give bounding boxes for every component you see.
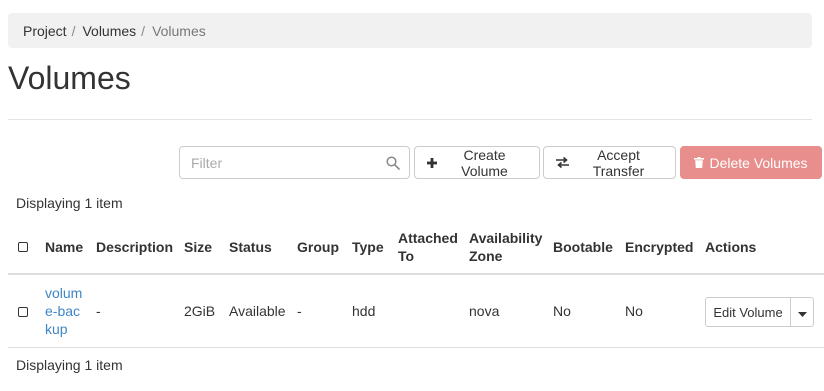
select-all-checkbox[interactable]	[18, 242, 28, 252]
column-header-group: Group	[297, 239, 339, 255]
breadcrumb-item-active: Volumes	[152, 22, 206, 39]
column-header-bootable: Bootable	[553, 239, 613, 255]
breadcrumb-separator: /	[71, 22, 76, 39]
column-header-attached-to: Attached To	[398, 230, 458, 264]
table-header: Name Description Size Status Group Type …	[8, 225, 824, 275]
search-icon[interactable]	[386, 156, 400, 170]
item-count-top: Displaying 1 item	[16, 195, 123, 211]
cell-status: Available	[229, 303, 286, 319]
breadcrumb-item-project[interactable]: Project	[23, 23, 67, 39]
cell-availability-zone: nova	[469, 303, 500, 319]
trash-icon	[694, 157, 705, 168]
cell-description: -	[96, 303, 101, 319]
row-checkbox[interactable]	[18, 307, 28, 317]
column-header-status: Status	[229, 239, 272, 255]
create-volume-button[interactable]: Create Volume	[414, 146, 540, 179]
item-count-bottom: Displaying 1 item	[16, 357, 123, 373]
create-volume-label: Create Volume	[461, 146, 508, 179]
row-actions: Edit Volume	[705, 297, 814, 327]
column-header-description: Description	[96, 239, 174, 255]
title-divider	[8, 119, 812, 120]
page-title: Volumes	[8, 60, 131, 96]
filter-input[interactable]	[180, 147, 370, 178]
accept-transfer-label: Accept Transfer	[592, 146, 645, 179]
breadcrumb-item-volumes[interactable]: Volumes	[82, 23, 136, 39]
column-header-encrypted: Encrypted	[625, 239, 694, 255]
plus-icon	[427, 157, 437, 168]
cell-type: hdd	[352, 303, 376, 319]
accept-transfer-button[interactable]: Accept Transfer	[543, 146, 676, 179]
exchange-icon	[556, 157, 569, 168]
cell-bootable: No	[553, 303, 571, 319]
breadcrumb: Project / Volumes / Volumes	[8, 13, 812, 48]
delete-volumes-button[interactable]: Delete Volumes	[680, 146, 822, 179]
filter-box	[179, 146, 410, 179]
delete-volumes-label: Delete Volumes	[709, 154, 808, 171]
column-header-actions: Actions	[705, 239, 757, 255]
volume-name-link[interactable]: volume-backup	[45, 284, 85, 338]
column-header-name[interactable]: Name	[45, 238, 83, 256]
cell-group: -	[297, 303, 302, 319]
column-header-size: Size	[184, 239, 213, 255]
cell-encrypted: No	[625, 303, 643, 319]
edit-volume-button[interactable]: Edit Volume	[705, 297, 791, 327]
cell-size: 2GiB	[184, 303, 216, 319]
caret-down-icon	[797, 305, 807, 320]
column-header-type: Type	[352, 239, 384, 255]
cell-name: volume-backup	[45, 284, 85, 338]
column-header-availability-zone: Availability Zone	[469, 230, 543, 264]
breadcrumb-separator: /	[141, 22, 146, 39]
table-row: volume-backup - 2GiB Available - hdd nov…	[8, 275, 824, 348]
actions-dropdown-toggle[interactable]	[791, 297, 814, 327]
